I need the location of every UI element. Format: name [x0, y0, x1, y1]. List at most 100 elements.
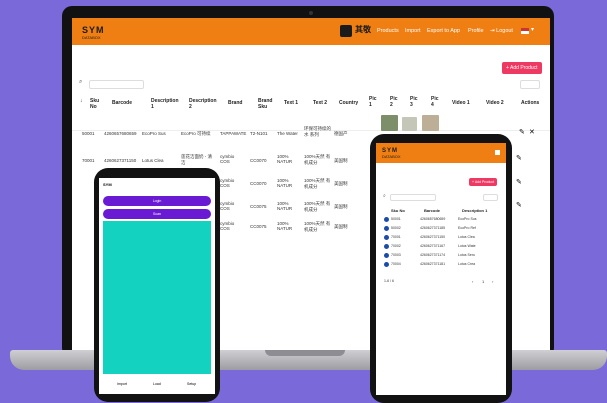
- next-page-icon[interactable]: ›: [492, 279, 493, 284]
- nav-profile[interactable]: Profile: [468, 28, 484, 34]
- footer-setup[interactable]: Setup: [187, 382, 196, 386]
- brand-logo[interactable]: SYM DATABOX: [82, 25, 105, 40]
- col-header-description-1[interactable]: Description 1: [462, 208, 487, 213]
- col-header-sku-label[interactable]: Sku No: [90, 98, 102, 110]
- col-header-sku[interactable]: Sku No: [391, 208, 405, 213]
- cell-text-2: 100%天然 有机成分: [304, 201, 331, 212]
- add-product-button[interactable]: + Add Product: [502, 62, 542, 74]
- col-header-video-2[interactable]: Video 2: [486, 100, 504, 106]
- footer-import[interactable]: Import: [117, 382, 127, 386]
- cell-barcode: 4260627371150: [104, 158, 137, 163]
- col-header-brand[interactable]: Brand: [228, 100, 242, 106]
- nav-logout[interactable]: ⇥ Logout: [490, 28, 513, 34]
- flag-icon[interactable]: [521, 28, 529, 34]
- col-header-pic-2[interactable]: Pic 2: [390, 96, 400, 108]
- nav-products[interactable]: Products: [377, 28, 399, 34]
- col-header-text-2[interactable]: Text 2: [313, 100, 327, 106]
- scan-area[interactable]: [103, 221, 211, 374]
- cell-text-2: 100%天然 有机成分: [304, 221, 331, 232]
- search-input[interactable]: [89, 80, 144, 89]
- col-header-pic-1[interactable]: Pic 1: [369, 96, 379, 108]
- row-select-radio[interactable]: [384, 217, 389, 222]
- footer-load[interactable]: Load: [153, 382, 161, 386]
- page-number[interactable]: 1: [482, 279, 484, 284]
- cell-text-1: 100% NATUR: [277, 178, 293, 188]
- col-header-barcode[interactable]: Barcode: [112, 100, 132, 106]
- cell-country: 德国产: [334, 131, 348, 136]
- cell-sku: 70003: [391, 253, 401, 257]
- row-select-radio[interactable]: [384, 226, 389, 231]
- menu-icon[interactable]: [495, 150, 500, 155]
- cell-country: 美国制: [334, 224, 348, 229]
- search-input[interactable]: [390, 194, 436, 201]
- app-header: SYM: [103, 182, 112, 187]
- add-product-button[interactable]: + Add Product: [469, 178, 498, 186]
- cell-brand: cymbio COS: [220, 154, 235, 164]
- prev-page-icon[interactable]: ‹: [472, 279, 473, 284]
- col-header-pic-4[interactable]: Pic 4: [431, 96, 441, 108]
- row-select-radio[interactable]: [384, 235, 389, 240]
- cell-description-1: Lotus Clea: [142, 158, 164, 163]
- delete-icon[interactable]: ✕: [529, 128, 535, 136]
- cell-brand-sku: CC0070: [250, 181, 267, 186]
- edit-icon[interactable]: ✎: [519, 128, 525, 136]
- nav-export[interactable]: Export to App: [427, 28, 460, 34]
- cell-barcode: 4260627371185: [420, 226, 446, 230]
- product-thumbnail[interactable]: [402, 117, 417, 131]
- edit-icon[interactable]: ✎: [516, 178, 522, 186]
- col-header-brand-sku[interactable]: Brand Sku: [258, 98, 276, 110]
- cell-barcode: 4260627371174: [420, 253, 446, 257]
- cell-text-2: 100%天然 有机成分: [304, 154, 331, 165]
- login-button[interactable]: Login: [103, 196, 211, 206]
- cell-description-1: EcoPro Sus: [142, 131, 166, 136]
- brand-logo[interactable]: SYM DATABOX: [382, 148, 401, 159]
- col-header-video-1[interactable]: Video 1: [452, 100, 470, 106]
- search-icon: ⌕: [79, 79, 83, 85]
- page-size-select[interactable]: [520, 80, 540, 89]
- chevron-down-icon[interactable]: ▾: [531, 26, 534, 33]
- laptop-notch: [265, 350, 345, 356]
- left-phone-screen: SYM Login Scan Import Load Setup: [99, 178, 215, 394]
- cell-brand: cymbio COS: [220, 178, 235, 188]
- col-header-pic-3[interactable]: Pic 3: [410, 96, 420, 108]
- row-select-radio[interactable]: [384, 244, 389, 249]
- scan-button[interactable]: Scan: [103, 209, 211, 219]
- cell-text-2: 环保可持续的水 系列: [304, 126, 331, 137]
- cell-sku: 50001: [391, 217, 401, 221]
- cell-barcode: 4260657680659: [104, 131, 137, 136]
- pagination-info: 1-6 / 6: [384, 279, 394, 283]
- cell-text-1: 100% NATUR: [277, 201, 293, 211]
- nav-import[interactable]: Import: [405, 28, 421, 34]
- edit-icon[interactable]: ✎: [516, 201, 522, 209]
- cell-barcode: 4260627371167: [420, 244, 446, 248]
- page-size-select[interactable]: [483, 194, 498, 201]
- cell-sku: 50001: [82, 131, 95, 136]
- cell-brand-sku: T2-N101: [250, 131, 268, 136]
- cell-description-1: EcoPro Sus: [458, 217, 477, 221]
- cell-description-1: Lotus Wate: [458, 244, 476, 248]
- col-header-description-1[interactable]: Description 1: [151, 98, 179, 110]
- edit-icon[interactable]: ✎: [516, 154, 522, 162]
- partner-logo-icon: [340, 25, 352, 37]
- product-thumbnail[interactable]: [381, 115, 398, 131]
- cell-description-1: Lotus Seru: [458, 253, 475, 257]
- col-header-country[interactable]: Country: [339, 100, 358, 106]
- col-header-description-2[interactable]: Description 2: [189, 98, 217, 110]
- row-select-radio[interactable]: [384, 262, 389, 267]
- cell-sku: 50002: [391, 226, 401, 230]
- cell-sku: 70001: [82, 158, 95, 163]
- col-header-text-1[interactable]: Text 1: [284, 100, 298, 106]
- cell-text-1: 100% NATUR: [277, 154, 293, 164]
- cell-brand-sku: CC0075: [250, 224, 267, 229]
- product-thumbnail[interactable]: [422, 115, 439, 131]
- cell-barcode: 4260627371150: [420, 235, 446, 239]
- cell-text-2: 100%天然 有机成分: [304, 178, 331, 189]
- cell-description-2: 莲花洁面奶 - 清洁: [181, 154, 212, 165]
- col-header-barcode[interactable]: Barcode: [424, 208, 440, 213]
- navbar: SYM DATABOX 其敬 Products Import Export to…: [72, 18, 550, 45]
- cell-brand: cymbio COS: [220, 221, 235, 231]
- cell-sku: 70004: [391, 262, 401, 266]
- row-select-radio[interactable]: [384, 253, 389, 258]
- cell-description-1: Lotus Crea: [458, 262, 476, 266]
- right-phone-screen: SYM DATABOX + Add Product ⌕ Sku No Barco…: [376, 143, 506, 395]
